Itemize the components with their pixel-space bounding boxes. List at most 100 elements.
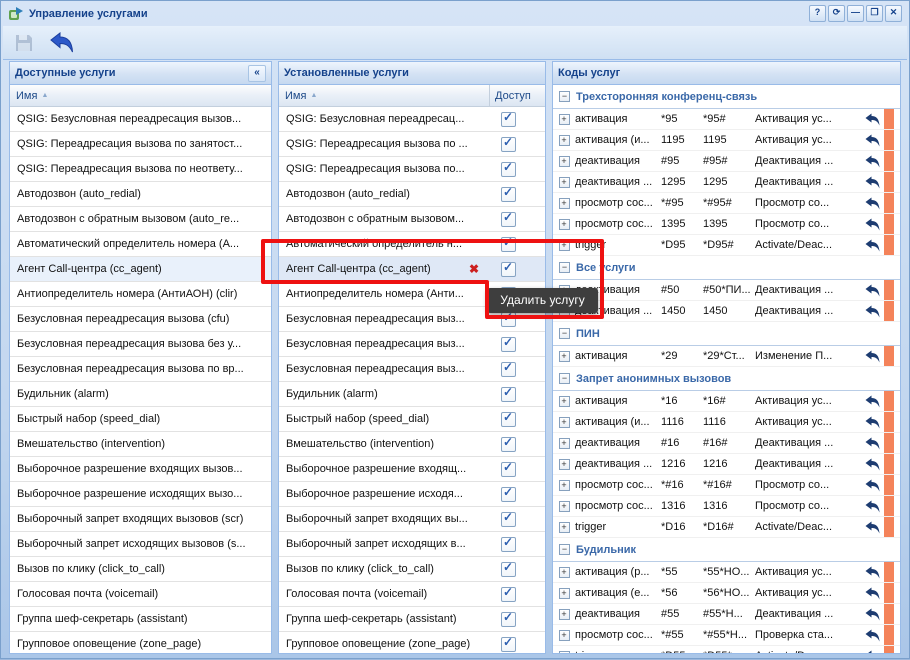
installed-service-row[interactable]: Вызов по клику (click_to_call) xyxy=(279,557,545,582)
code-row[interactable]: +деактивация ...14501450Деактивация ... xyxy=(553,301,900,322)
undo-button[interactable] xyxy=(49,30,75,56)
available-service-row[interactable]: Автодозвон с обратным вызовом (auto_re..… xyxy=(10,207,271,232)
installed-service-row[interactable]: Автоматический определитель н... xyxy=(279,232,545,257)
collapse-group-icon[interactable]: − xyxy=(559,328,570,339)
access-checkbox[interactable] xyxy=(501,537,516,552)
undo-row-icon[interactable] xyxy=(860,176,884,189)
access-checkbox[interactable] xyxy=(501,587,516,602)
available-service-row[interactable]: Выборочное разрешение исходящих вызо... xyxy=(10,482,271,507)
maximize-button[interactable]: ❐ xyxy=(866,5,883,22)
collapse-group-icon[interactable]: − xyxy=(559,544,570,555)
available-service-row[interactable]: Выборочный запрет входящих вызовов (scr) xyxy=(10,507,271,532)
access-checkbox[interactable] xyxy=(501,487,516,502)
code-row[interactable]: +просмотр сос...13951395Просмотр со... xyxy=(553,214,900,235)
installed-service-row[interactable]: Безусловная переадресация выз... xyxy=(279,357,545,382)
expand-row-icon[interactable]: + xyxy=(553,566,575,578)
available-service-row[interactable]: Групповое оповещение (zone_page) xyxy=(10,632,271,653)
installed-service-row[interactable]: Автодозвон (auto_redial) xyxy=(279,182,545,207)
code-row[interactable]: +просмотр сос...*#55*#55*Н...Проверка ст… xyxy=(553,625,900,646)
undo-row-icon[interactable] xyxy=(860,629,884,642)
available-service-row[interactable]: Группа шеф-секретарь (assistant) xyxy=(10,607,271,632)
code-row[interactable]: +trigger*D95*D95#Activate/Deac... xyxy=(553,235,900,256)
access-checkbox[interactable] xyxy=(501,462,516,477)
undo-row-icon[interactable] xyxy=(860,395,884,408)
code-row[interactable]: +активация (и...11951195Активация ус... xyxy=(553,130,900,151)
installed-service-row[interactable]: Выборочный запрет входящих вы... xyxy=(279,507,545,532)
undo-row-icon[interactable] xyxy=(860,218,884,231)
code-row[interactable]: +активация (и...11161116Активация ус... xyxy=(553,412,900,433)
close-button[interactable]: ✕ xyxy=(885,5,902,22)
expand-row-icon[interactable]: + xyxy=(553,629,575,641)
available-service-row[interactable]: Выборочное разрешение входящих вызов... xyxy=(10,457,271,482)
installed-service-row[interactable]: Группа шеф-секретарь (assistant) xyxy=(279,607,545,632)
expand-row-icon[interactable]: + xyxy=(553,218,575,230)
access-checkbox[interactable] xyxy=(501,337,516,352)
access-checkbox[interactable] xyxy=(501,112,516,127)
collapse-panel-button[interactable]: « xyxy=(248,65,266,82)
expand-row-icon[interactable]: + xyxy=(553,650,575,653)
available-service-row[interactable]: Безусловная переадресация вызова (cfu) xyxy=(10,307,271,332)
available-service-row[interactable]: QSIG: Безусловная переадресация вызов... xyxy=(10,107,271,132)
undo-row-icon[interactable] xyxy=(860,587,884,600)
expand-row-icon[interactable]: + xyxy=(553,113,575,125)
access-checkbox[interactable] xyxy=(501,412,516,427)
undo-row-icon[interactable] xyxy=(860,113,884,126)
installed-service-row[interactable]: Агент Call-центра (cc_agent)✖ xyxy=(279,257,545,282)
available-service-row[interactable]: Вызов по клику (click_to_call) xyxy=(10,557,271,582)
expand-row-icon[interactable]: + xyxy=(553,239,575,251)
undo-row-icon[interactable] xyxy=(860,416,884,429)
undo-row-icon[interactable] xyxy=(860,650,884,654)
delete-service-icon[interactable]: ✖ xyxy=(469,263,479,275)
code-row[interactable]: +активация*29*29*Ст...Изменение П... xyxy=(553,346,900,367)
undo-row-icon[interactable] xyxy=(860,239,884,252)
access-checkbox[interactable] xyxy=(501,212,516,227)
code-row[interactable]: +деактивация ...12161216Деактивация ... xyxy=(553,454,900,475)
available-service-row[interactable]: Выборочный запрет исходящих вызовов (s..… xyxy=(10,532,271,557)
access-checkbox[interactable] xyxy=(501,437,516,452)
available-service-row[interactable]: Автодозвон (auto_redial) xyxy=(10,182,271,207)
save-button[interactable] xyxy=(11,30,37,56)
code-group-header[interactable]: −Будильник xyxy=(553,538,900,562)
access-checkbox[interactable] xyxy=(501,137,516,152)
undo-row-icon[interactable] xyxy=(860,437,884,450)
installed-service-row[interactable]: QSIG: Безусловная переадресац... xyxy=(279,107,545,132)
available-service-row[interactable]: Вмешательство (intervention) xyxy=(10,432,271,457)
access-checkbox[interactable] xyxy=(501,612,516,627)
access-checkbox[interactable] xyxy=(501,512,516,527)
code-row[interactable]: +активация*95*95#Активация ус... xyxy=(553,109,900,130)
installed-service-row[interactable]: Быстрый набор (speed_dial) xyxy=(279,407,545,432)
expand-row-icon[interactable]: + xyxy=(553,395,575,407)
code-row[interactable]: +деактивация#55#55*Н...Деактивация ... xyxy=(553,604,900,625)
undo-row-icon[interactable] xyxy=(860,155,884,168)
code-row[interactable]: +деактивация#50#50*ПИ...Деактивация ... xyxy=(553,280,900,301)
installed-service-row[interactable]: QSIG: Переадресация вызова по ... xyxy=(279,132,545,157)
installed-service-row[interactable]: Выборочное разрешение входящ... xyxy=(279,457,545,482)
code-row[interactable]: +просмотр сос...*#16*#16#Просмотр со... xyxy=(553,475,900,496)
expand-row-icon[interactable]: + xyxy=(553,416,575,428)
installed-service-row[interactable]: Групповое оповещение (zone_page) xyxy=(279,632,545,653)
access-checkbox[interactable] xyxy=(501,187,516,202)
access-checkbox[interactable] xyxy=(501,237,516,252)
access-checkbox[interactable] xyxy=(501,312,516,327)
code-row[interactable]: +активация (е...*56*56*НО...Активация ус… xyxy=(553,583,900,604)
undo-row-icon[interactable] xyxy=(860,197,884,210)
code-group-header[interactable]: −Трехсторонняя конференц-связь xyxy=(553,85,900,109)
expand-row-icon[interactable]: + xyxy=(553,521,575,533)
installed-service-row[interactable]: Безусловная переадресация выз... xyxy=(279,332,545,357)
available-service-row[interactable]: QSIG: Переадресация вызова по занятост..… xyxy=(10,132,271,157)
code-row[interactable]: +активация (р...*55*55*НО...Активация ус… xyxy=(553,562,900,583)
undo-row-icon[interactable] xyxy=(860,134,884,147)
undo-row-icon[interactable] xyxy=(860,479,884,492)
undo-row-icon[interactable] xyxy=(860,305,884,318)
available-service-row[interactable]: Автоматический определитель номера (А... xyxy=(10,232,271,257)
available-service-row[interactable]: Антиопределитель номера (АнтиАОН) (clir) xyxy=(10,282,271,307)
expand-row-icon[interactable]: + xyxy=(553,479,575,491)
undo-row-icon[interactable] xyxy=(860,284,884,297)
minimize-button[interactable]: — xyxy=(847,5,864,22)
expand-row-icon[interactable]: + xyxy=(553,608,575,620)
access-checkbox[interactable] xyxy=(501,562,516,577)
available-service-row[interactable]: Безусловная переадресация вызова без у..… xyxy=(10,332,271,357)
refresh-button[interactable]: ⟳ xyxy=(828,5,845,22)
expand-row-icon[interactable]: + xyxy=(553,437,575,449)
code-group-header[interactable]: −Все услуги xyxy=(553,256,900,280)
